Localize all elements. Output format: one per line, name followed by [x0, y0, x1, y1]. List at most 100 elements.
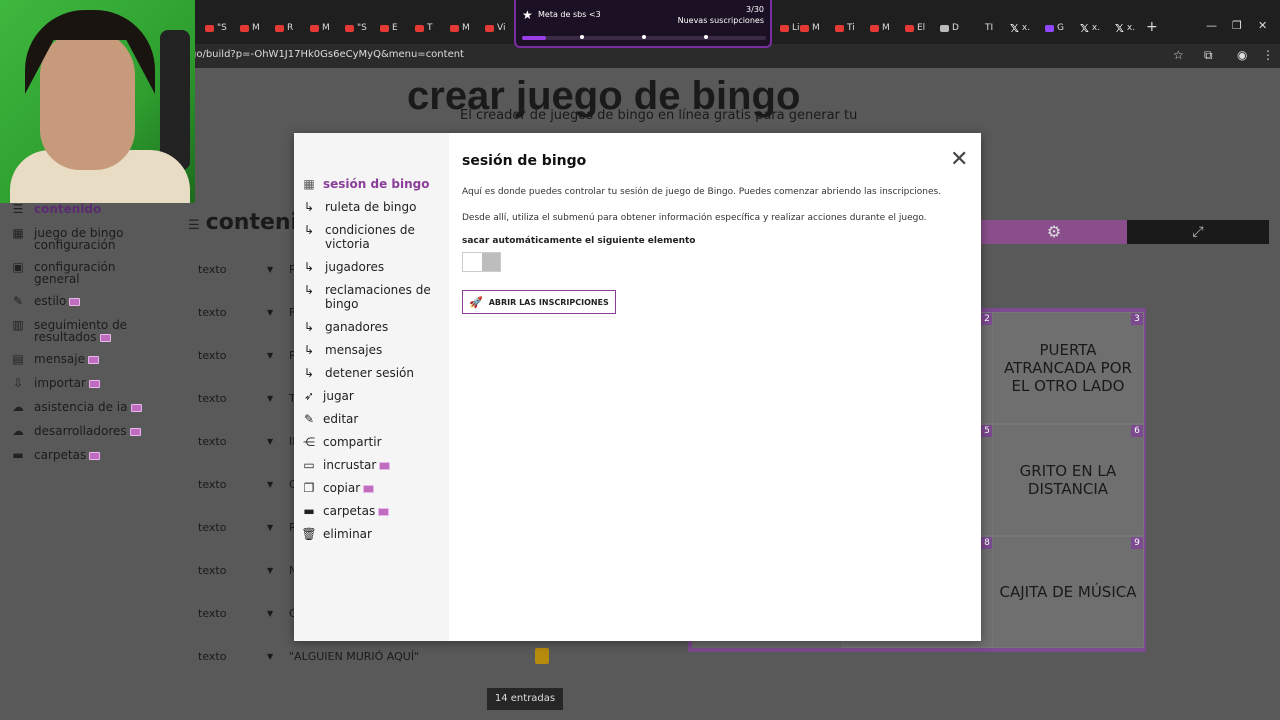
row-type[interactable]: texto	[187, 650, 267, 663]
share-icon: ⋲	[303, 435, 315, 449]
nav-item[interactable]: ▣ configuración general	[0, 261, 172, 285]
chevron-down-icon[interactable]: ▼	[267, 652, 287, 661]
chevron-down-icon[interactable]: ▼	[267, 265, 287, 274]
browser-tab[interactable]: Li	[780, 20, 800, 36]
maximize-icon[interactable]: ❐	[1232, 19, 1242, 32]
expand-icon[interactable]: ⤢	[1127, 220, 1269, 244]
profile-icon[interactable]: ◉	[1237, 48, 1247, 62]
chevron-down-icon[interactable]: ▼	[267, 394, 287, 403]
modal-menu-label: reclamaciones de bingo	[325, 283, 431, 311]
modal-menu-item[interactable]: ↳ reclamaciones de bingo	[301, 283, 449, 311]
menu-icon[interactable]: ⋮	[1262, 48, 1274, 62]
browser-tab[interactable]: 𝕏x.	[1080, 20, 1100, 36]
bingo-cell[interactable]: 3 PUERTA ATRANCADA POR EL OTRO LADO	[992, 312, 1144, 424]
premium-badge-icon	[378, 507, 390, 516]
nav-item[interactable]: ▤ mensaje	[0, 353, 172, 367]
modal-menu-item[interactable]: ➶ jugar	[301, 389, 449, 403]
chevron-down-icon[interactable]: ▼	[267, 480, 287, 489]
row-type[interactable]: texto	[187, 306, 267, 319]
sub-arrow-icon: ↳	[303, 260, 315, 274]
browser-tab[interactable]: E	[380, 20, 398, 36]
row-type[interactable]: texto	[187, 392, 267, 405]
modal-menu-item[interactable]: ↳ ganadores	[301, 320, 449, 334]
nav-item[interactable]: ✎ estilo	[0, 295, 172, 309]
row-type[interactable]: texto	[187, 478, 267, 491]
nav-item[interactable]: ⇩ importar	[0, 377, 172, 391]
chevron-down-icon[interactable]: ▼	[267, 308, 287, 317]
modal-menu-item[interactable]: ▬ carpetas	[301, 504, 449, 518]
modal-menu-item[interactable]: ▦ sesión de bingo	[301, 177, 449, 191]
modal-menu-item[interactable]: ↳ condiciones de victoria	[301, 223, 449, 251]
nav-item[interactable]: ☁ desarrolladores	[0, 425, 172, 439]
extensions-icon[interactable]: ⧉	[1204, 48, 1213, 63]
tab-label: TI	[985, 23, 994, 33]
browser-tab[interactable]: 𝕏x.	[1010, 20, 1030, 36]
chevron-down-icon[interactable]: ▼	[267, 609, 287, 618]
row-type[interactable]: texto	[187, 263, 267, 276]
bingo-cell[interactable]: 9 CAJITA DE MÚSICA	[992, 536, 1144, 648]
browser-tab[interactable]: M	[310, 20, 330, 36]
url-text[interactable]: go/build?p=-OhW1J17Hk0Gs6eCyMyQ&menu=con…	[190, 49, 464, 60]
browser-tab[interactable]: TI	[985, 20, 993, 36]
open-registrations-button[interactable]: 🚀 ABRIR LAS INSCRIPCIONES	[462, 290, 616, 314]
chevron-down-icon[interactable]: ▼	[267, 566, 287, 575]
nav-item-label: juego de bingo configuración	[34, 226, 124, 252]
browser-tab[interactable]: Ti	[835, 20, 855, 36]
row-type[interactable]: texto	[187, 564, 267, 577]
browser-tab[interactable]: R	[275, 20, 293, 36]
modal-menu-item[interactable]: ▭ incrustar	[301, 458, 449, 472]
bingo-cell[interactable]: 6 GRITO EN LA DISTANCIA	[992, 424, 1144, 536]
favicon-icon	[485, 24, 494, 32]
close-icon[interactable]: ✕	[950, 147, 968, 172]
row-value[interactable]: "ALGUIEN MURIÓ AQUÍ"	[287, 650, 419, 663]
browser-tab[interactable]: D	[940, 20, 959, 36]
star-icon[interactable]: ☆	[1173, 48, 1184, 62]
nav-item[interactable]: ▦ juego de bingo configuración	[0, 227, 140, 251]
auto-draw-toggle[interactable]	[462, 252, 501, 272]
minimize-icon[interactable]: —	[1206, 19, 1217, 32]
row-type[interactable]: texto	[187, 607, 267, 620]
row-type[interactable]: texto	[187, 349, 267, 362]
close-window-icon[interactable]: ✕	[1258, 19, 1267, 32]
modal-menu-item[interactable]: ❐ copiar	[301, 481, 449, 495]
browser-tab[interactable]: G	[1045, 20, 1064, 36]
nav-item[interactable]: ☁ asistencia de ia	[0, 401, 172, 415]
browser-tab[interactable]: El	[905, 20, 925, 36]
chevron-down-icon[interactable]: ▼	[267, 351, 287, 360]
new-tab-button[interactable]: +	[1146, 19, 1158, 35]
browser-tab[interactable]: T	[415, 20, 433, 36]
row-type[interactable]: texto	[187, 521, 267, 534]
modal-menu-label: eliminar	[323, 527, 372, 541]
modal-menu-item[interactable]: ↳ jugadores	[301, 260, 449, 274]
nav-item[interactable]: ▬ carpetas	[0, 449, 172, 463]
folder-icon: ▬	[303, 504, 315, 518]
premium-badge-icon	[88, 355, 99, 364]
chevron-down-icon[interactable]: ▼	[267, 523, 287, 532]
chevron-down-icon[interactable]: ▼	[267, 437, 287, 446]
modal-menu-item[interactable]: ↳ ruleta de bingo	[301, 200, 449, 214]
modal-menu-item[interactable]: 🗑 eliminar	[301, 527, 449, 541]
tab-label: M	[882, 23, 890, 33]
left-nav: ☰ contenido ▦ juego de bingo configuración ▣…	[0, 203, 172, 473]
row-type[interactable]: texto	[187, 435, 267, 448]
browser-tab[interactable]: M	[240, 20, 260, 36]
browser-tab[interactable]: M	[450, 20, 470, 36]
browser-tab[interactable]: Vi	[485, 20, 505, 36]
premium-badge-icon	[129, 427, 141, 436]
premium-badge-icon	[88, 379, 100, 388]
browser-tab[interactable]: M	[870, 20, 890, 36]
favicon-icon	[380, 24, 389, 32]
browser-tab[interactable]: "S	[345, 20, 367, 36]
modal-menu-item[interactable]: ↳ detener sesión	[301, 366, 449, 380]
nav-item[interactable]: ▥ seguimiento de resultados	[0, 319, 140, 343]
browser-tab[interactable]: "S	[205, 20, 227, 36]
nav-item[interactable]: ☰ contenido	[0, 203, 172, 217]
modal-menu-item[interactable]: ⋲ compartir	[301, 435, 449, 449]
modal-menu-item[interactable]: ✎ editar	[301, 412, 449, 426]
trash-icon[interactable]	[535, 648, 549, 664]
embed-icon: ▭	[303, 458, 315, 472]
browser-tab[interactable]: 𝕏x.	[1115, 20, 1135, 36]
modal-menu-item[interactable]: ↳ mensajes	[301, 343, 449, 357]
browser-tab[interactable]: M	[800, 20, 820, 36]
gear-icon[interactable]: ⚙	[981, 220, 1127, 244]
